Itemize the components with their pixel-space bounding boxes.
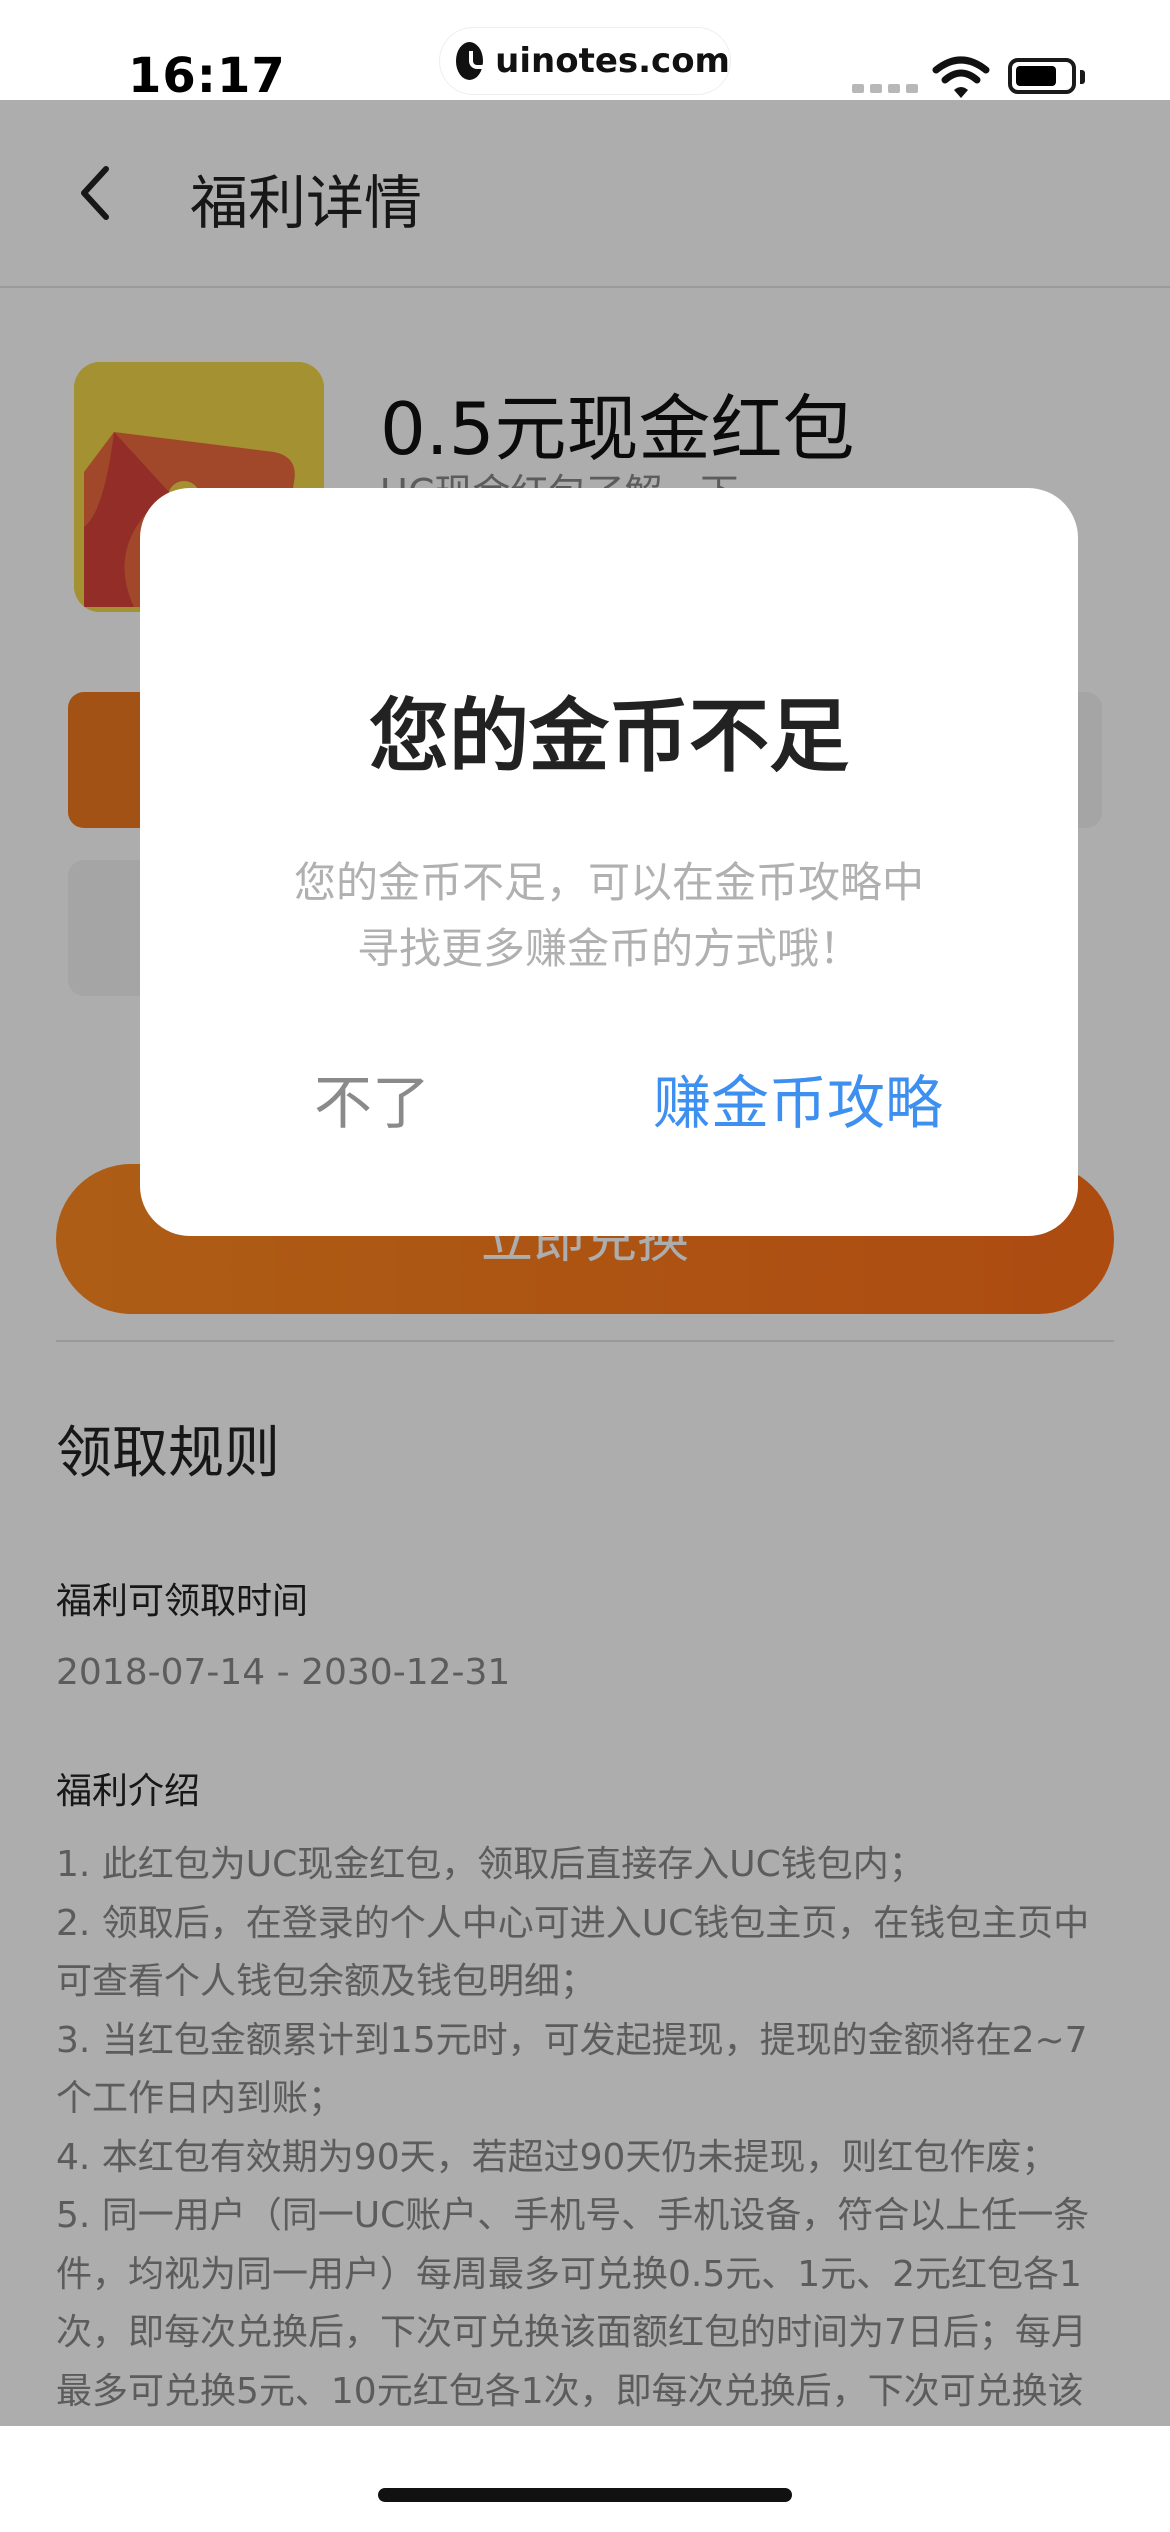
insufficient-coins-dialog: 您的金币不足 您的金币不足，可以在金币攻略中 寻找更多赚金币的方式哦！ 不了 赚… (140, 488, 1078, 1236)
dialog-message-line: 寻找更多赚金币的方式哦！ (356, 924, 861, 973)
dialog-title: 您的金币不足 (369, 690, 849, 783)
page: 16:17 uinotes.com 福利详情 0.5元现金红包 立即兑换 领取规… (0, 0, 1170, 2532)
url-text: uinotes.com (495, 41, 730, 81)
url-pill[interactable]: uinotes.com (440, 28, 730, 94)
coin-guide-button[interactable]: 赚金币攻略 (638, 1058, 958, 1148)
dialog-message-line: 您的金币不足，可以在金币攻略中 (293, 858, 924, 907)
dialog-message: 您的金币不足，可以在金币攻略中 寻找更多赚金币的方式哦！ (240, 850, 978, 982)
home-indicator[interactable] (378, 2488, 792, 2502)
site-logo-icon (456, 42, 490, 80)
modal-backdrop[interactable] (0, 100, 1170, 2426)
battery-icon (1008, 58, 1076, 94)
status-time: 16:17 (128, 48, 286, 104)
status-bar: 16:17 uinotes.com (0, 0, 1170, 104)
home-area (0, 2426, 1170, 2532)
battery-tip (1080, 70, 1085, 84)
cancel-button[interactable]: 不了 (272, 1058, 472, 1148)
wifi-icon (932, 56, 990, 98)
cellular-signal-icon (852, 84, 918, 93)
